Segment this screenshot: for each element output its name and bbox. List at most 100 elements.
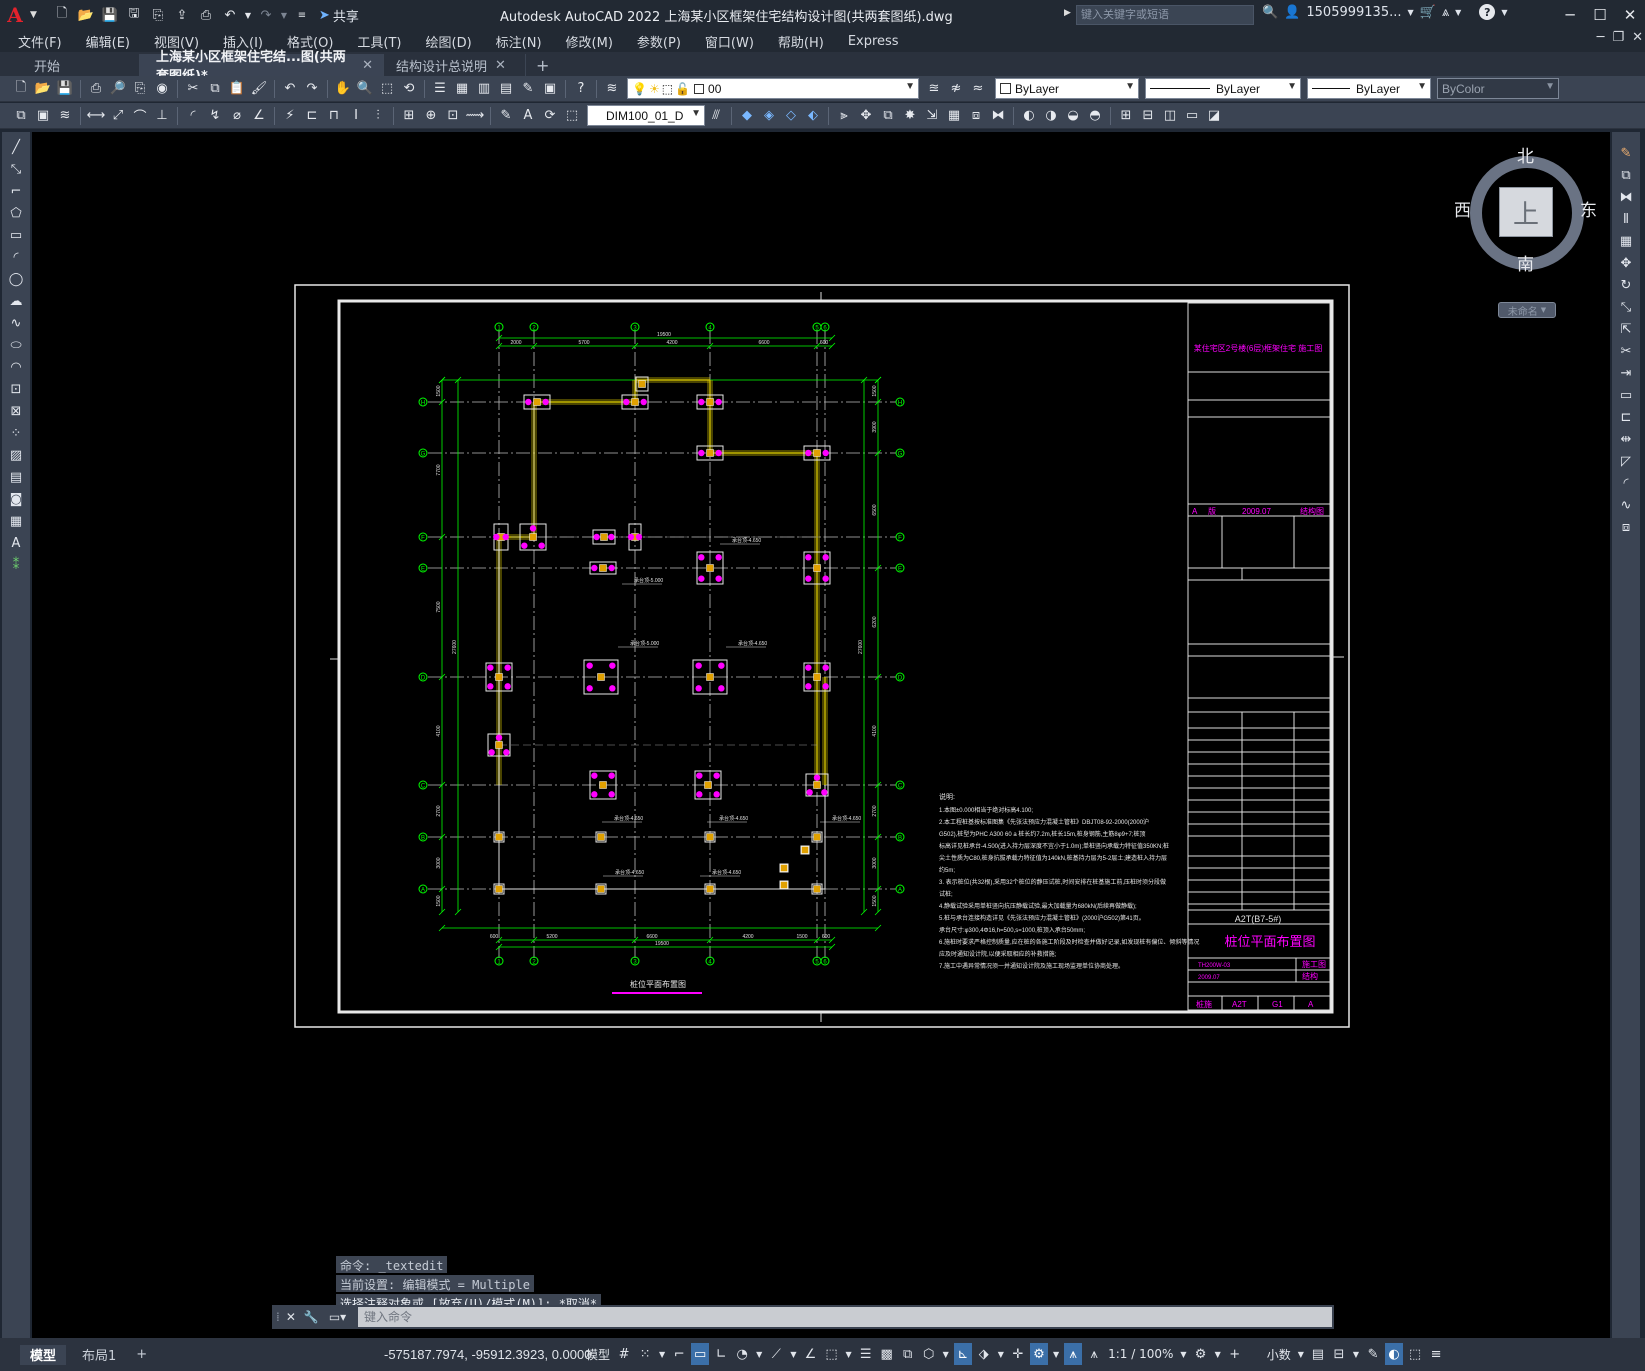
new-icon[interactable]: 🗋 [51,4,73,26]
explode-icon[interactable]: ⧈ [1615,516,1637,538]
saveas-icon[interactable]: 🖫 [123,4,145,26]
menu-item[interactable]: Express [830,34,899,49]
modify-icon[interactable]: ◆ [736,105,758,127]
render-icon[interactable]: ◐ [1018,105,1040,127]
ellipse-icon[interactable]: ⬭ [5,334,27,356]
add-selected-icon[interactable]: ⁑ [5,554,27,576]
workspace-dropdown-icon[interactable]: ▼ [1213,1343,1223,1365]
stretch-icon[interactable]: ⇲ [921,105,943,127]
layer-dropdown[interactable]: 💡 ☀ ⬚ 🔓 00 ▼ [627,78,919,99]
radius-dim-icon[interactable]: ◜ [182,105,204,127]
menu-item[interactable]: 参数(P) [619,32,681,51]
layout-tab-layout1[interactable]: 布局1 [72,1345,126,1365]
annotation-visibility-icon[interactable]: ⚙ [1029,1343,1048,1365]
color-dropdown[interactable]: ByLayer ▼ [995,78,1139,99]
linear-dim-icon[interactable]: ⟷ [85,105,107,127]
plot-icon[interactable]: ⎙ [85,78,107,100]
customize-qat-icon[interactable]: ≡ [291,4,313,26]
tool-icon[interactable]: ▣ [32,105,54,127]
search-icon[interactable]: 🔍 [1262,5,1278,20]
line-icon[interactable]: ╱ [5,136,27,158]
tab-start[interactable]: 开始 [0,54,140,76]
coordinate-readout[interactable]: -575187.7974, -95912.3923, 0.0000 [384,1347,591,1362]
annotation-dropdown-icon[interactable]: ▼ [1051,1343,1061,1365]
layout-tab-model[interactable]: 模型 [20,1344,67,1365]
block-icon[interactable]: ⊞ [1115,105,1137,127]
command-input[interactable]: 键入命令 [358,1307,1332,1327]
render-icon[interactable]: ◒ [1062,105,1084,127]
minimize-icon[interactable]: ─ [1555,0,1585,30]
user-name[interactable]: 1505999135... [1306,5,1401,20]
tool-icon[interactable]: ⧉ [10,105,32,127]
compass-east[interactable]: 东 [1580,196,1597,221]
offset-icon[interactable]: ⫴ [1615,208,1637,230]
inspect-icon[interactable]: ⊡ [442,105,464,127]
zoom-window-icon[interactable]: ⬚ [376,78,398,100]
dim-override-icon[interactable]: ⫻ [705,105,727,127]
snap-icon[interactable]: ⁙ [636,1343,654,1365]
spline-icon[interactable]: ∿ [5,312,27,334]
clean-screen-icon[interactable]: ⬚ [1406,1343,1424,1365]
close-command-icon[interactable]: ✕ [286,1310,296,1324]
preview-icon[interactable]: 🔎 [107,78,129,100]
move-icon[interactable]: ✥ [855,105,877,127]
plot-icon[interactable]: ⎙ [195,4,217,26]
tab-structure-notes[interactable]: 结构设计总说明 ✕ [384,54,526,76]
drawing-canvas[interactable]: 某住宅区2号楼(6层)框架住宅 施工图 A 版 2009.07 结构图 A2T(… [32,132,1610,1338]
dynamic-input-icon[interactable]: ▭ [691,1343,710,1365]
lightbulb-icon[interactable]: 💡 [632,82,647,96]
search-arrow-icon[interactable]: ▶ [1064,8,1071,18]
redo-icon[interactable]: ↷ [255,4,277,26]
circle-icon[interactable]: ◯ [5,268,27,290]
menu-item[interactable]: 标注(N) [478,32,542,51]
user-dropdown-icon[interactable]: ▼ [1407,8,1413,17]
rectangle-icon[interactable]: ▭ [5,224,27,246]
recent-commands-icon[interactable]: ▭▾ [329,1310,346,1324]
hatch-icon[interactable]: ▨ [5,444,27,466]
dim-update-icon[interactable]: ⟳ [539,105,561,127]
tolerance-icon[interactable]: ⊞ [398,105,420,127]
help-icon[interactable]: ? [1479,4,1496,20]
viewcube-top-face[interactable]: 上 [1499,187,1553,237]
extend-icon[interactable]: ⇥ [1615,362,1637,384]
dim-space-icon[interactable]: Ι [345,105,367,127]
isodraft-icon[interactable]: ⟋ [767,1343,785,1365]
selection-cycling-icon[interactable]: ⧉ [899,1343,917,1365]
app-menu-arrow-icon[interactable]: ▼ [30,10,37,20]
block-icon[interactable]: ▭ [1181,105,1203,127]
freeze-vp-icon[interactable]: ⬚ [662,82,673,96]
help-dropdown-icon[interactable]: ▼ [1501,8,1507,17]
osnap-dropdown-icon[interactable]: ▼ [843,1343,853,1365]
region-icon[interactable]: ◙ [5,488,27,510]
aligned-dim-icon[interactable]: ⤢ [107,105,129,127]
doc-minimize-icon[interactable]: ─ [1597,30,1605,45]
dynamic-ucs-icon[interactable]: ⊾ [953,1343,972,1365]
move-icon[interactable]: ✥ [1615,252,1637,274]
render-icon[interactable]: ◑ [1040,105,1062,127]
zoom-previous-icon[interactable]: ⟲ [398,78,420,100]
arc-icon[interactable]: ◜ [5,246,27,268]
autodesk-a360-icon[interactable]: ⩓ [1442,5,1449,20]
grid-icon[interactable]: # [615,1343,633,1365]
web-save-icon[interactable]: ⇪ [171,4,193,26]
polygon-icon[interactable]: ⬠ [5,202,27,224]
sun-icon[interactable]: ☀ [649,82,660,96]
autoscale-icon[interactable]: ⩚ [1064,1343,1083,1365]
annotation-scale-value[interactable]: 1:1 / 100% [1106,1343,1175,1365]
selection-filter-icon[interactable]: ⬗ [975,1343,993,1365]
modify-icon[interactable]: ◇ [780,105,802,127]
calculator-icon[interactable]: ▣ [539,78,561,100]
lineweight-icon[interactable]: ☰ [857,1343,875,1365]
gradient-icon[interactable]: ▤ [5,466,27,488]
web-open-icon[interactable]: ⎘ [147,4,169,26]
scale-icon[interactable]: ⤡ [1615,296,1637,318]
copy-object-icon[interactable]: ⧉ [1615,164,1637,186]
make-block-icon[interactable]: ⊠ [5,400,27,422]
dim-break-icon[interactable]: ⫶ [367,105,389,127]
menu-item[interactable]: 帮助(H) [760,32,824,51]
construction-line-icon[interactable]: ⤡ [5,158,27,180]
copy-icon[interactable]: ⧉ [204,78,226,100]
object-snap-icon[interactable]: ⬚ [822,1343,840,1365]
modify-icon[interactable]: ◈ [758,105,780,127]
search-input[interactable]: 键入关键字或短语 [1076,5,1254,25]
